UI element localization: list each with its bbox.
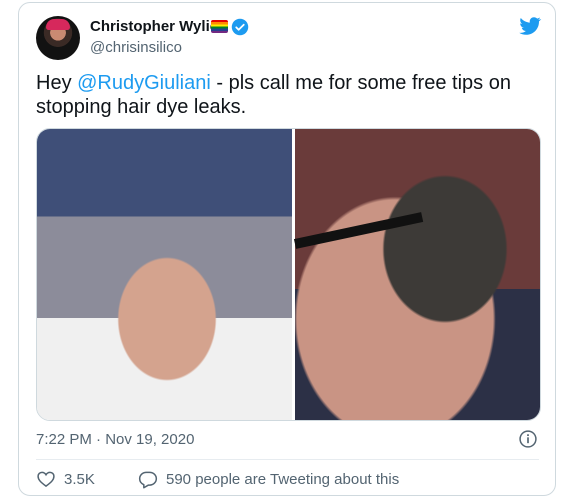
media-photo-left[interactable] — [37, 129, 292, 420]
avatar-hair — [46, 19, 70, 30]
author-handle[interactable]: @chrisinsilico — [90, 39, 182, 56]
avatar[interactable] — [36, 16, 80, 60]
glasses-shape — [293, 212, 424, 249]
divider-line — [36, 459, 539, 460]
media-grid[interactable] — [36, 128, 541, 421]
heart-icon[interactable] — [36, 469, 56, 489]
verified-badge-icon — [231, 18, 249, 36]
tweet-text: Hey @RudyGiuliani - pls call me for some… — [36, 71, 536, 119]
like-count[interactable]: 3.5K — [64, 471, 95, 488]
chat-bubble-icon[interactable] — [138, 469, 158, 489]
tweet-timestamp[interactable]: 7:22 PM · Nov 19, 2020 — [36, 431, 194, 448]
tweeting-about-link[interactable]: 590 people are Tweeting about this — [166, 471, 399, 488]
info-icon[interactable] — [518, 429, 538, 449]
tweet-text-prefix: Hey — [36, 72, 78, 94]
rainbow-flag-icon — [211, 20, 228, 33]
author-name[interactable]: Christopher Wylie — [90, 18, 218, 35]
mention-link[interactable]: @RudyGiuliani — [77, 72, 211, 94]
tweet-card[interactable]: Christopher Wylie @chrisinsilico Hey @Ru… — [18, 2, 556, 496]
twitter-bird-icon[interactable] — [517, 15, 543, 37]
media-photo-right[interactable] — [293, 129, 540, 420]
